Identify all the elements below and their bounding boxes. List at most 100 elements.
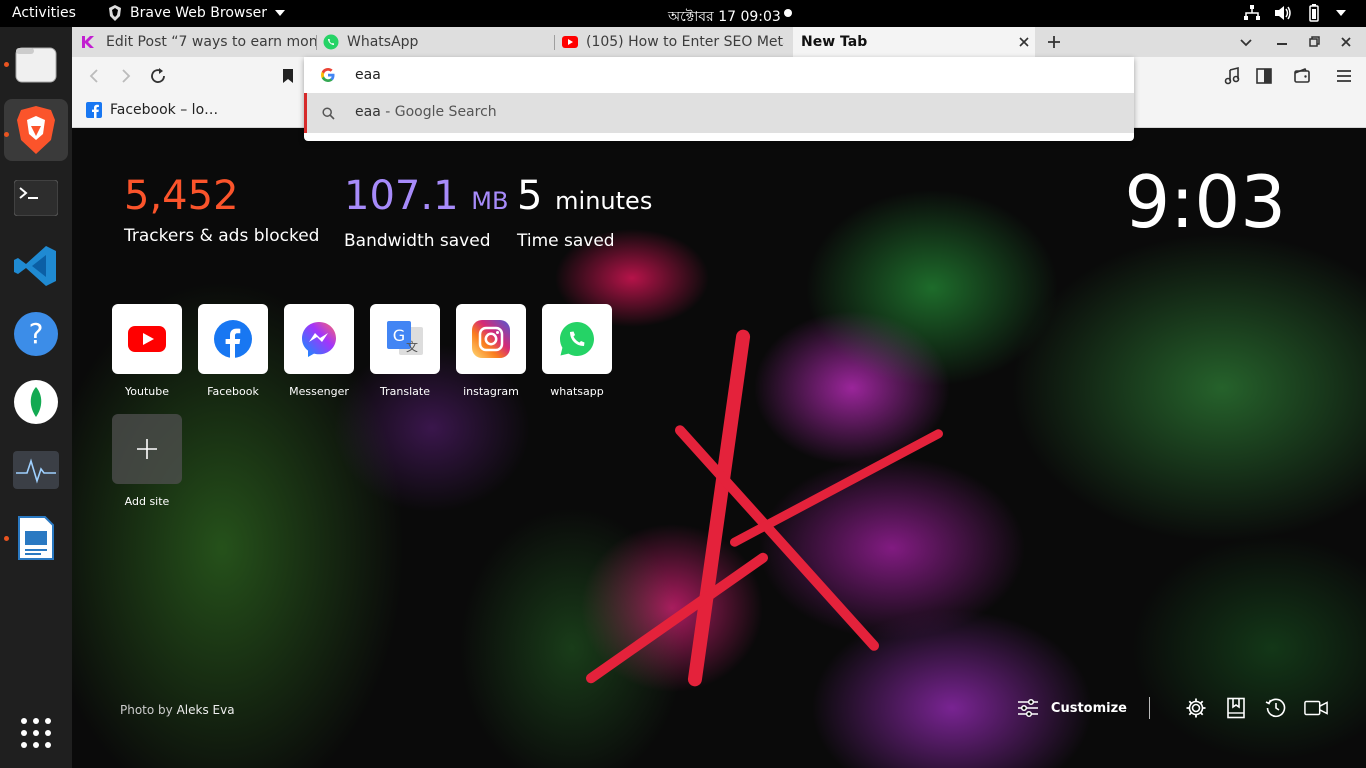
tab-strip: Edit Post “7 ways to earn mon WhatsApp (… [72, 27, 1366, 57]
background-flower-stalk [728, 427, 945, 549]
dock-vscode[interactable] [4, 235, 68, 297]
search-icon [322, 107, 335, 120]
bookmarks-button[interactable] [1224, 696, 1248, 720]
back-arrow-icon[interactable] [82, 64, 106, 88]
running-indicator [4, 132, 9, 137]
minimize-icon[interactable] [1277, 43, 1287, 45]
brave-lion-icon [17, 106, 55, 154]
background-flower-stalk [687, 328, 751, 688]
wallet-icon[interactable] [1290, 64, 1314, 88]
ubuntu-dock: ? [0, 27, 72, 768]
stat-bandwidth: 107.1 MB Bandwidth saved [344, 172, 508, 251]
close-window-icon[interactable] [1341, 37, 1351, 47]
tab-search-chevron-icon[interactable] [1240, 39, 1252, 47]
time-unit: minutes [555, 187, 653, 215]
close-tab-icon[interactable] [1019, 37, 1029, 47]
tab-label: New Tab [801, 34, 868, 50]
new-tab-plus-icon[interactable] [1047, 35, 1061, 49]
tab-new-tab[interactable]: New Tab [793, 27, 1035, 57]
gear-icon [1186, 698, 1206, 718]
tab-separator [316, 35, 317, 50]
system-tray[interactable] [1244, 4, 1346, 22]
address-bar-input[interactable]: eaa [355, 67, 381, 83]
vscode-icon [14, 246, 56, 286]
system-clock[interactable]: অক্টোবর 17 09:03 [668, 5, 781, 29]
battery-icon [1309, 4, 1319, 22]
tab-edit-post[interactable]: Edit Post “7 ways to earn mon [80, 27, 316, 57]
whatsapp-icon [323, 34, 339, 50]
customize-label: Customize [1050, 700, 1127, 716]
history-button[interactable] [1264, 696, 1288, 720]
time-value: 5 [517, 173, 543, 219]
suggestion-query: eaa [355, 104, 381, 120]
settings-button[interactable] [1184, 696, 1208, 720]
power-menu-caret-icon [1336, 10, 1346, 16]
dock-help[interactable]: ? [4, 303, 68, 365]
top-site-instagram[interactable]: instagram [456, 304, 526, 398]
video-camera-icon [1304, 700, 1328, 716]
youtube-icon [128, 326, 166, 352]
tab-whatsapp[interactable]: WhatsApp [323, 27, 549, 57]
omnibox-dropdown: eaa eaa - Google Search [304, 57, 1134, 141]
top-site-label: Facebook [207, 385, 259, 398]
photo-credit-author-link[interactable]: Aleks Eva [177, 703, 235, 717]
dock-files[interactable] [4, 33, 68, 95]
top-site-label: whatsapp [550, 385, 604, 398]
media-music-icon[interactable] [1220, 64, 1244, 88]
top-site-label: instagram [463, 385, 519, 398]
whatsapp-icon [560, 322, 594, 356]
address-bar[interactable]: eaa [304, 57, 1134, 93]
tab-youtube-seo[interactable]: (105) How to Enter SEO Meta [562, 27, 784, 57]
footer-divider [1149, 697, 1150, 719]
facebook-icon [214, 320, 252, 358]
help-icon: ? [14, 312, 58, 356]
restore-icon[interactable] [1309, 36, 1320, 47]
dock-brave[interactable] [4, 99, 68, 161]
top-site-youtube[interactable]: Youtube [112, 304, 182, 398]
bandwidth-unit: MB [471, 187, 509, 215]
volume-icon [1275, 6, 1291, 20]
trackers-label: Trackers & ads blocked [124, 226, 320, 246]
customize-button[interactable]: Customize [1017, 698, 1127, 718]
dock-system-monitor[interactable] [4, 439, 68, 501]
reload-icon[interactable] [146, 64, 170, 88]
files-icon [15, 47, 57, 83]
dock-mongodb-compass[interactable] [4, 371, 68, 433]
tab-label: Edit Post “7 ways to earn mon [106, 34, 316, 50]
tab-label: (105) How to Enter SEO Meta [586, 34, 784, 50]
bookmark-this-tab-icon[interactable] [276, 64, 300, 88]
bookmark-label: Facebook – lo… [110, 102, 219, 118]
system-monitor-icon [13, 451, 59, 489]
dock-libreoffice-writer[interactable] [4, 507, 68, 569]
top-site-label: Messenger [289, 385, 349, 398]
top-site-translate[interactable]: G文 Translate [370, 304, 440, 398]
terminal-icon [14, 180, 58, 216]
dock-show-applications[interactable] [4, 702, 68, 764]
dock-terminal[interactable] [4, 167, 68, 229]
google-g-icon [321, 68, 335, 82]
top-site-messenger[interactable]: Messenger [284, 304, 354, 398]
suggestion-suffix: - Google Search [380, 104, 497, 120]
trackers-value: 5,452 [124, 173, 239, 219]
app-menu[interactable]: Brave Web Browser [108, 5, 285, 21]
history-clock-icon [1265, 698, 1286, 718]
stat-trackers: 5,452 Trackers & ads blocked [124, 172, 319, 246]
forward-arrow-icon[interactable] [114, 64, 138, 88]
add-site-tile[interactable]: Add site [112, 414, 182, 508]
main-menu-hamburger-icon[interactable] [1332, 64, 1356, 88]
photo-credit-prefix: Photo by [120, 703, 177, 717]
sidebar-toggle-icon[interactable] [1252, 64, 1276, 88]
background-flower-stalk [584, 550, 770, 686]
top-site-whatsapp[interactable]: whatsapp [542, 304, 612, 398]
activities-button[interactable]: Activities [12, 5, 76, 21]
time-label: Time saved [517, 231, 615, 251]
brave-talk-button[interactable] [1304, 696, 1328, 720]
svg-text:G: G [393, 326, 405, 345]
suggestion-text: eaa - Google Search [355, 104, 497, 120]
photo-credit: Photo by Aleks Eva [120, 703, 235, 717]
top-site-facebook[interactable]: Facebook [198, 304, 268, 398]
top-site-label: Youtube [125, 385, 169, 398]
plus-icon [137, 439, 157, 459]
bookmark-facebook[interactable]: Facebook – lo… [86, 102, 218, 118]
omnibox-suggestion[interactable]: eaa - Google Search [304, 93, 1134, 133]
